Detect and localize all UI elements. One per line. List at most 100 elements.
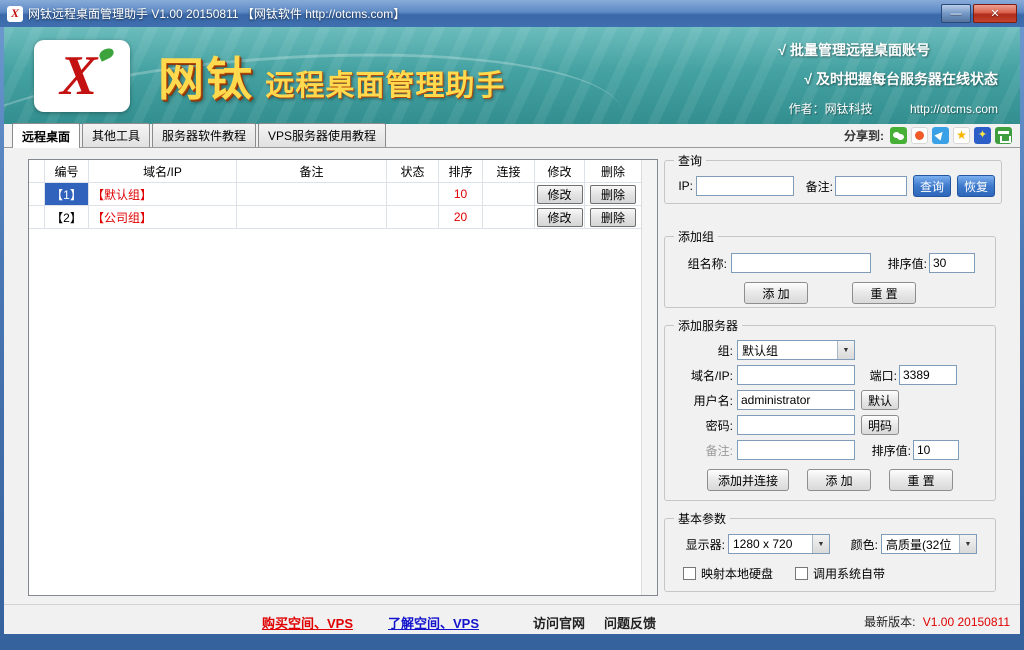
row-connect-cell — [483, 206, 535, 228]
douban-icon[interactable] — [995, 127, 1012, 144]
delete-button[interactable]: 删除 — [590, 184, 636, 204]
header-connect[interactable]: 连接 — [483, 160, 535, 182]
row-note-cell — [237, 206, 387, 228]
group-order-input[interactable] — [929, 253, 975, 273]
app-window: X 网钛远程桌面管理助手 V1.00 20150811 【网钛软件 http:/… — [0, 0, 1024, 650]
group-order-label: 排序值: — [887, 256, 927, 271]
tab-server-software-tutorial[interactable]: 服务器软件教程 — [152, 123, 257, 147]
row-no-cell[interactable]: 【2】 — [45, 206, 89, 228]
modify-button[interactable]: 修改 — [536, 207, 583, 227]
chevron-down-icon[interactable]: ▼ — [959, 535, 976, 553]
header-modify[interactable]: 修改 — [535, 160, 585, 182]
qzone-icon[interactable]: ✦ — [974, 127, 991, 144]
row-status-cell — [387, 206, 439, 228]
query-note-input[interactable] — [835, 176, 907, 196]
table-row[interactable]: 【1】 【默认组】 10 修改 删除 — [29, 183, 641, 206]
main-content: 编号 域名/IP 备注 状态 排序 连接 修改 删除 【1】 【默认组】 10 … — [4, 148, 1020, 604]
header-status[interactable]: 状态 — [387, 160, 439, 182]
feedback-link[interactable]: 问题反馈 — [604, 613, 656, 632]
site-url[interactable]: http://otcms.com — [910, 102, 998, 116]
tab-remote-desktop[interactable]: 远程桌面 — [12, 123, 81, 148]
chevron-down-icon[interactable]: ▼ — [837, 341, 854, 359]
query-ip-input[interactable] — [696, 176, 794, 196]
row-delete-cell: 删除 — [585, 206, 641, 228]
logo-glyph: X — [60, 44, 98, 107]
default-user-button[interactable]: 默认 — [861, 390, 900, 410]
feature-line-1: √ 批量管理远程桌面账号 — [778, 42, 930, 58]
minimize-button[interactable]: — — [941, 4, 971, 23]
add-server-button[interactable]: 添 加 — [807, 469, 871, 491]
wechat-icon[interactable] — [890, 127, 907, 144]
row-note-cell — [237, 183, 387, 205]
display-resolution-value: 1280 x 720 — [733, 537, 793, 551]
server-order-input[interactable] — [913, 440, 959, 460]
chevron-down-icon[interactable]: ▼ — [812, 535, 829, 553]
reset-group-button[interactable]: 重 置 — [852, 282, 916, 304]
group-name-label: 组名称: — [687, 256, 727, 271]
group-name-input[interactable] — [731, 253, 871, 273]
restore-button[interactable]: 恢复 — [957, 175, 995, 197]
add-group-button[interactable]: 添 加 — [744, 282, 808, 304]
feature-line-2: √ 及时把握每台服务器在线状态 — [804, 71, 998, 87]
share-area: 分享到: ★ ✦ — [844, 127, 1012, 144]
row-name-cell[interactable]: 【默认组】 — [89, 183, 237, 205]
tab-vps-tutorial[interactable]: VPS服务器使用教程 — [258, 123, 387, 147]
add-server-groupbox: 添加服务器 组: 默认组 ▼ 域名/IP: 端口: 用户名: — [664, 317, 996, 501]
row-no-cell[interactable]: 【1】 — [45, 183, 89, 205]
table-row[interactable]: 【2】 【公司组】 20 修改 删除 — [29, 206, 641, 229]
buy-vps-link[interactable]: 购买空间、VPS — [262, 613, 353, 632]
map-local-disk-checkbox[interactable] — [683, 567, 696, 580]
favorites-star-icon[interactable]: ★ — [953, 127, 970, 144]
modify-button[interactable]: 修改 — [536, 184, 583, 204]
server-note-input[interactable] — [737, 440, 855, 460]
app-icon: X — [7, 5, 23, 22]
map-local-disk-label: 映射本地硬盘 — [701, 567, 774, 581]
query-button[interactable]: 查询 — [913, 175, 951, 197]
color-depth-select[interactable]: 高质量(32位 ▼ — [881, 534, 977, 554]
table-header-row: 编号 域名/IP 备注 状态 排序 连接 修改 删除 — [29, 160, 641, 183]
header-note[interactable]: 备注 — [237, 160, 387, 182]
tab-bar: 远程桌面 其他工具 服务器软件教程 VPS服务器使用教程 分享到: ★ ✦ — [4, 123, 1020, 148]
brand-name: 网钛 — [158, 52, 254, 105]
query-note-label: 备注: — [805, 179, 833, 194]
tab-other-tools[interactable]: 其他工具 — [82, 123, 151, 147]
header-order[interactable]: 排序 — [439, 160, 483, 182]
basic-params-groupbox: 基本参数 显示器: 1280 x 720 ▼ 颜色: 高质量(32位 ▼ 映射本 — [664, 510, 996, 592]
display-resolution-select[interactable]: 1280 x 720 ▼ — [728, 534, 830, 554]
header-delete[interactable]: 删除 — [585, 160, 641, 182]
add-and-connect-button[interactable]: 添加并连接 — [706, 469, 789, 491]
delete-button[interactable]: 删除 — [590, 207, 636, 227]
learn-vps-link[interactable]: 了解空间、VPS — [388, 613, 479, 632]
header-domain-ip[interactable]: 域名/IP — [89, 160, 237, 182]
row-name-cell[interactable]: 【公司组】 — [89, 206, 237, 228]
show-password-button[interactable]: 明码 — [861, 415, 900, 435]
kaixin-share-icon[interactable] — [911, 127, 928, 144]
app-logo: X — [34, 39, 130, 112]
server-grid: 编号 域名/IP 备注 状态 排序 连接 修改 删除 【1】 【默认组】 10 … — [29, 160, 641, 229]
author-line: 作者：网钛科技 http://otcms.com — [789, 100, 998, 117]
reset-server-button[interactable]: 重 置 — [889, 469, 953, 491]
logo-leaf-icon — [97, 45, 116, 62]
visit-official-site-link[interactable]: 访问官网 — [533, 613, 585, 632]
server-group-select[interactable]: 默认组 ▼ — [737, 340, 855, 360]
server-group-value: 默认组 — [742, 343, 779, 358]
server-user-label: 用户名: — [693, 393, 733, 408]
tencent-weibo-icon[interactable] — [932, 127, 949, 144]
server-host-input[interactable] — [737, 365, 855, 385]
server-note-label: 备注: — [705, 443, 733, 458]
titlebar[interactable]: X 网钛远程桌面管理助手 V1.00 20150811 【网钛软件 http:/… — [0, 0, 1024, 27]
window-title: 网钛远程桌面管理助手 V1.00 20150811 【网钛软件 http://o… — [28, 7, 406, 21]
row-spacer-cell — [29, 183, 45, 205]
query-groupbox: 查询 IP: 备注: 查询 恢复 — [664, 152, 1002, 204]
server-password-input[interactable] — [737, 415, 855, 435]
header-no[interactable]: 编号 — [45, 160, 89, 182]
color-label: 颜色: — [850, 537, 878, 552]
header-banner: X 网钛 远程桌面管理助手 √ 批量管理远程桌面账号 √ 及时把握每台服务器在线… — [4, 27, 1020, 124]
row-connect-cell — [483, 183, 535, 205]
window-controls: — ✕ — [941, 4, 1017, 23]
use-system-builtin-checkbox[interactable] — [795, 567, 809, 580]
server-user-input[interactable] — [737, 390, 855, 410]
table-vertical-scrollbar[interactable] — [641, 160, 657, 595]
server-port-input[interactable] — [899, 365, 957, 385]
close-button[interactable]: ✕ — [973, 4, 1017, 23]
